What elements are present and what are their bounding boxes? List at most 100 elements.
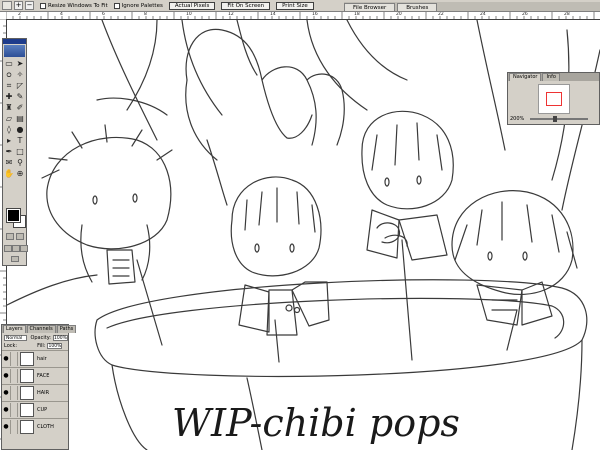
hand-tool-icon[interactable]: ✋	[4, 169, 14, 179]
view-box[interactable]	[546, 92, 562, 106]
resize-windows-checkbox[interactable]: Resize Windows To Fit	[40, 2, 108, 9]
pen-tool-icon[interactable]: ✒	[4, 147, 14, 157]
type-tool-icon[interactable]: T	[15, 136, 25, 146]
ruler-label: 14	[270, 12, 276, 17]
layer-link-icon[interactable]	[11, 352, 18, 366]
ruler-label: 16	[312, 12, 318, 17]
blur-tool-icon[interactable]: ◊	[4, 125, 14, 135]
checkbox-box[interactable]	[40, 2, 46, 9]
stamp-tool-icon[interactable]: ♜	[4, 103, 14, 113]
layer-link-icon[interactable]	[11, 369, 18, 383]
quickmask-mode-button[interactable]	[16, 233, 24, 240]
layer-row[interactable]: ● HAIR	[2, 384, 68, 401]
screen-mode-full-menu-button[interactable]	[12, 245, 20, 252]
screen-mode-standard-button[interactable]	[4, 245, 12, 252]
ruler-label: 10	[186, 12, 192, 17]
layer-name: HAIR	[37, 390, 50, 396]
layer-thumbnail	[20, 403, 34, 417]
tab-file-browser[interactable]: File Browser	[344, 3, 396, 11]
ruler-label: 22	[438, 12, 444, 17]
photoshop-logo-icon[interactable]	[4, 45, 25, 57]
zoom-tool-icon[interactable]: ⊕	[15, 169, 25, 179]
imageready-jump-button[interactable]	[11, 256, 19, 262]
marquee-tool-icon[interactable]: ▭	[4, 59, 14, 69]
move-tool-icon[interactable]: ➤	[15, 59, 25, 69]
gradient-tool-icon[interactable]: ▤	[15, 114, 25, 124]
layer-name: hair	[37, 356, 47, 362]
dodge-tool-icon[interactable]: ●	[15, 125, 25, 135]
lasso-tool-icon[interactable]: ᴑ	[4, 70, 14, 80]
navigator-tabs: Navigator Info	[508, 73, 599, 81]
layer-thumbnail	[20, 352, 34, 366]
brush-tool-icon[interactable]: ✎	[15, 92, 25, 102]
lock-row: Lock: Fill: 100%	[2, 342, 68, 350]
tab-brushes[interactable]: Brushes	[397, 3, 438, 11]
magic-wand-icon[interactable]: ✧	[15, 70, 25, 80]
path-select-icon[interactable]: ▸	[4, 136, 14, 146]
ruler-label: 24	[480, 12, 486, 17]
layer-name: CUP	[37, 407, 48, 413]
crop-tool-icon[interactable]: ⌗	[4, 81, 14, 91]
resize-windows-label: Resize Windows To Fit	[48, 2, 108, 9]
foreground-color-swatch[interactable]	[6, 208, 21, 223]
layer-row[interactable]: ● FACE	[2, 367, 68, 384]
zoom-tool-icon[interactable]	[2, 1, 12, 10]
navigator-zoom-value[interactable]: 200%	[510, 116, 524, 122]
eye-icon[interactable]: ●	[2, 369, 11, 383]
notes-tool-icon[interactable]: ✉	[4, 158, 14, 168]
navigator-panel: Navigator Info 200%	[507, 72, 600, 125]
eye-icon[interactable]: ●	[2, 420, 11, 434]
fill-input[interactable]: 100%	[47, 343, 63, 349]
navigator-zoom-slider[interactable]	[530, 118, 588, 120]
ruler-label: 18	[354, 12, 360, 17]
ruler-label: 6	[102, 12, 105, 17]
eye-icon[interactable]: ●	[2, 403, 11, 417]
print-size-button[interactable]: Print Size	[276, 1, 314, 10]
toolbox-titlebar[interactable]	[3, 39, 26, 44]
blend-mode-select[interactable]: Normal	[4, 334, 28, 341]
tab-layers[interactable]: Layers	[3, 325, 26, 333]
zoom-in-button[interactable]: +	[14, 1, 23, 10]
tab-navigator[interactable]: Navigator	[509, 73, 542, 81]
zoom-out-button[interactable]: −	[25, 1, 34, 10]
navigator-preview[interactable]	[538, 84, 570, 114]
layer-thumbnail	[20, 386, 34, 400]
checkbox-box[interactable]	[113, 2, 120, 9]
fill-label: Fill:	[37, 343, 46, 349]
eyedropper-icon[interactable]: ⚲	[15, 158, 25, 168]
layer-name: CLOTH	[37, 424, 54, 430]
layer-link-icon[interactable]	[11, 386, 18, 400]
standard-mode-button[interactable]	[6, 233, 14, 240]
slice-tool-icon[interactable]: ◸	[15, 81, 25, 91]
ruler-label: 12	[228, 12, 234, 17]
palette-well: File Browser Brushes	[344, 2, 600, 11]
navigator-zoom-knob[interactable]	[553, 116, 557, 122]
handwritten-title: WIP-chibi pops	[172, 401, 460, 445]
tab-paths[interactable]: Paths	[56, 325, 77, 333]
layer-row[interactable]: ● hair	[2, 350, 68, 367]
layers-panel: Layers Channels Paths Normal Opacity: 10…	[1, 324, 77, 450]
ruler-top-ticks	[6, 12, 595, 19]
opacity-input[interactable]: 100%	[53, 334, 68, 341]
layer-row[interactable]: ● CUP	[2, 401, 68, 418]
tab-channels[interactable]: Channels	[26, 325, 56, 333]
layer-thumbnail	[20, 369, 34, 383]
ruler-top[interactable]: 2 4 6 8 10 12 14 16 18 20 22 24 26 28	[6, 12, 600, 20]
screen-mode-full-button[interactable]	[20, 245, 28, 252]
history-brush-icon[interactable]: ✐	[15, 103, 25, 113]
fit-on-screen-button[interactable]: Fit On Screen	[221, 1, 271, 10]
eye-icon[interactable]: ●	[2, 386, 11, 400]
actual-pixels-button[interactable]: Actual Pixels	[168, 1, 216, 10]
shape-tool-icon[interactable]: □	[15, 147, 25, 157]
layer-row[interactable]: ● CLOTH	[2, 418, 68, 435]
tab-info[interactable]: Info	[542, 73, 560, 81]
layer-link-icon[interactable]	[11, 403, 18, 417]
healing-brush-icon[interactable]: ✚	[4, 92, 14, 102]
layers-tabs: Layers Channels Paths	[2, 325, 77, 333]
eye-icon[interactable]: ●	[2, 352, 11, 366]
eraser-tool-icon[interactable]: ▱	[4, 114, 14, 124]
ignore-palettes-checkbox[interactable]: Ignore Palettes	[113, 2, 163, 9]
layer-link-icon[interactable]	[11, 420, 18, 434]
ruler-label: 20	[396, 12, 402, 17]
ruler-label: 2	[18, 12, 21, 17]
